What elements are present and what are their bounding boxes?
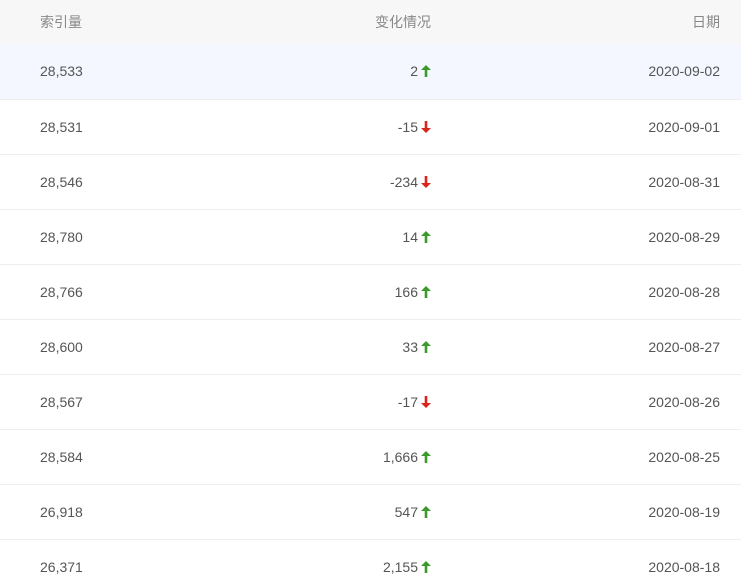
row-spacer <box>0 99 40 154</box>
row-spacer <box>0 429 40 484</box>
change-value: -234 <box>389 173 418 190</box>
cell-change: -234 <box>241 154 431 209</box>
cell-change: 166 <box>241 264 431 319</box>
header-date[interactable]: 日期 <box>431 0 741 44</box>
arrow-down-icon <box>421 175 431 188</box>
change-wrap: 2,155 <box>383 559 431 575</box>
cell-date: 2020-08-31 <box>648 173 720 190</box>
cell-date: 2020-09-02 <box>648 63 720 80</box>
arrow-up-icon <box>421 560 431 573</box>
arrow-up-icon <box>421 285 431 298</box>
cell-index: 28,567 <box>40 393 83 410</box>
cell-change: 2 <box>241 44 431 99</box>
arrow-up-icon <box>421 450 431 463</box>
cell-date: 2020-08-27 <box>648 338 720 355</box>
cell-change: 33 <box>241 319 431 374</box>
table-row[interactable]: 28,780 14 2020-08-29 <box>0 209 741 264</box>
change-wrap: 33 <box>402 339 431 355</box>
cell-date: 2020-08-28 <box>648 283 720 300</box>
table-body: 28,533 2 2020-09-02 28,531 -15 2020-09-01 28,5… <box>0 44 741 588</box>
table-row[interactable]: 26,371 2,155 2020-08-18 <box>0 539 741 588</box>
header-row: 索引量 变化情况 日期 <box>0 0 741 44</box>
cell-index: 28,766 <box>40 283 83 300</box>
change-value: -15 <box>397 118 418 135</box>
change-wrap: 166 <box>395 284 431 300</box>
cell-change: -15 <box>241 99 431 154</box>
cell-change: 1,666 <box>241 429 431 484</box>
change-wrap: 547 <box>395 504 431 520</box>
cell-index: 28,584 <box>40 448 83 465</box>
header-change[interactable]: 变化情况 <box>241 0 431 44</box>
row-spacer <box>0 374 40 429</box>
cell-index: 26,918 <box>40 503 83 520</box>
cell-date: 2020-09-01 <box>648 118 720 135</box>
cell-change: 14 <box>241 209 431 264</box>
change-wrap: 2 <box>410 63 431 79</box>
change-value: 166 <box>394 283 418 300</box>
table-row[interactable]: 28,546 -234 2020-08-31 <box>0 154 741 209</box>
row-spacer <box>0 209 40 264</box>
cell-date: 2020-08-26 <box>648 393 720 410</box>
row-spacer <box>0 264 40 319</box>
cell-index: 26,371 <box>40 558 83 575</box>
change-value: 1,666 <box>382 448 418 465</box>
change-wrap: -15 <box>398 119 431 135</box>
change-value: 2 <box>410 63 418 80</box>
cell-change: 547 <box>241 484 431 539</box>
change-value: 547 <box>394 503 418 520</box>
row-spacer <box>0 539 40 588</box>
index-history-table: 索引量 变化情况 日期 28,533 2 2020-09-02 28,531 -15 20… <box>0 0 741 588</box>
arrow-down-icon <box>421 120 431 133</box>
cell-date: 2020-08-18 <box>648 558 720 575</box>
table-row[interactable]: 28,533 2 2020-09-02 <box>0 44 741 99</box>
arrow-up-icon <box>421 230 431 243</box>
change-value: 14 <box>402 228 418 245</box>
table-row[interactable]: 28,600 33 2020-08-27 <box>0 319 741 374</box>
arrow-up-icon <box>421 65 431 78</box>
cell-date: 2020-08-25 <box>648 448 720 465</box>
change-wrap: -234 <box>390 174 431 190</box>
row-spacer <box>0 44 40 99</box>
change-wrap: 1,666 <box>383 449 431 465</box>
cell-date: 2020-08-29 <box>648 228 720 245</box>
change-value: -17 <box>397 393 418 410</box>
arrow-down-icon <box>421 395 431 408</box>
arrow-up-icon <box>421 505 431 518</box>
cell-index: 28,780 <box>40 228 83 245</box>
cell-change: -17 <box>241 374 431 429</box>
table-row[interactable]: 28,584 1,666 2020-08-25 <box>0 429 741 484</box>
table-row[interactable]: 28,531 -15 2020-09-01 <box>0 99 741 154</box>
cell-date: 2020-08-19 <box>648 503 720 520</box>
change-value: 33 <box>402 338 418 355</box>
cell-index: 28,531 <box>40 118 83 135</box>
cell-change: 2,155 <box>241 539 431 588</box>
change-wrap: -17 <box>398 394 431 410</box>
row-spacer <box>0 484 40 539</box>
table-header: 索引量 变化情况 日期 <box>0 0 741 44</box>
change-wrap: 14 <box>402 229 431 245</box>
table-row[interactable]: 28,766 166 2020-08-28 <box>0 264 741 319</box>
cell-index: 28,546 <box>40 173 83 190</box>
header-spacer <box>0 0 40 44</box>
row-spacer <box>0 154 40 209</box>
cell-index: 28,533 <box>40 63 83 80</box>
row-spacer <box>0 319 40 374</box>
cell-index: 28,600 <box>40 338 83 355</box>
table-row[interactable]: 28,567 -17 2020-08-26 <box>0 374 741 429</box>
arrow-up-icon <box>421 340 431 353</box>
change-value: 2,155 <box>382 558 418 575</box>
table-row[interactable]: 26,918 547 2020-08-19 <box>0 484 741 539</box>
header-index[interactable]: 索引量 <box>40 0 241 44</box>
